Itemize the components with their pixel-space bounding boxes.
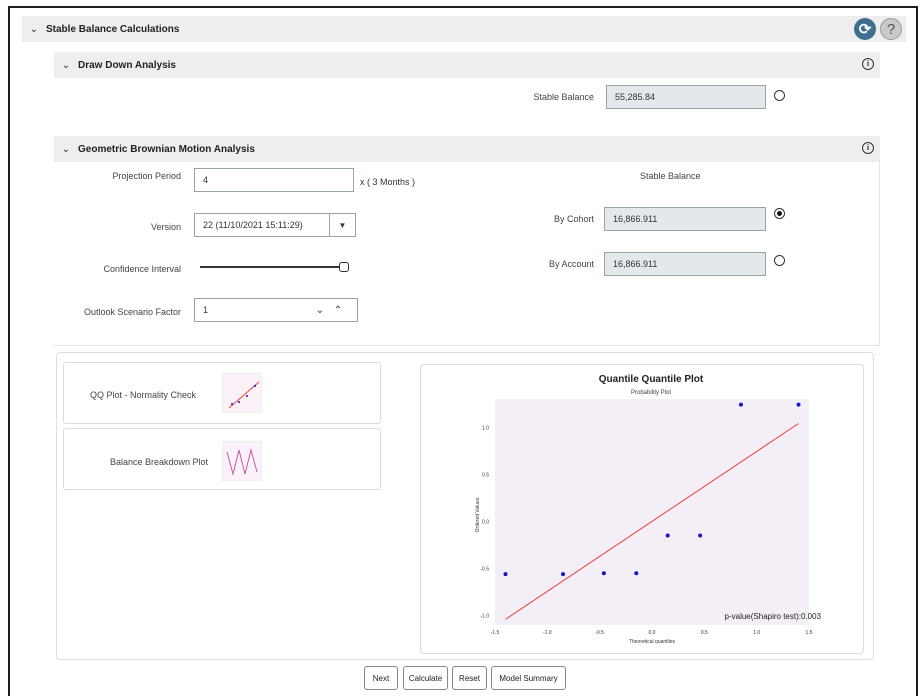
- data-point: [796, 402, 801, 407]
- x-tick-label: -1.5: [491, 630, 500, 636]
- y-tick-label: 0.5: [482, 472, 489, 478]
- y-tick-label: -0.5: [480, 567, 489, 573]
- stable-balance-heading: Stable Balance: [640, 171, 701, 181]
- y-tick-label: 1.0: [482, 425, 489, 431]
- stable-balance-label: Stable Balance: [533, 92, 594, 102]
- x-tick-label: 1.5: [806, 630, 813, 636]
- p-value-annotation: p-value(Shapiro test):0.003: [725, 612, 822, 621]
- info-icon[interactable]: i: [862, 142, 874, 154]
- projection-period-input[interactable]: 4: [194, 168, 354, 192]
- balance-breakdown-card[interactable]: Balance Breakdown Plot: [63, 428, 381, 490]
- y-axis-label: Ordered Values: [475, 497, 481, 532]
- version-label: Version: [150, 222, 181, 232]
- section-header-gbm[interactable]: ⌄ Geometric Brownian Motion Analysis i: [54, 136, 880, 162]
- y-tick-label: 0.0: [482, 519, 489, 525]
- by-cohort-radio[interactable]: [774, 208, 785, 219]
- refresh-icon[interactable]: ⟳: [854, 18, 876, 40]
- model-summary-button[interactable]: Model Summary: [491, 666, 566, 690]
- chart-subtitle: Probability Plot: [631, 390, 671, 396]
- y-tick-label: -1.0: [480, 614, 489, 620]
- caret-down-icon[interactable]: ▼: [329, 214, 355, 236]
- data-point: [698, 533, 703, 538]
- outlook-scenario-label: Outlook Scenario Factor: [83, 307, 181, 317]
- outlook-value: 1: [203, 305, 209, 315]
- chart-title: Quantile Quantile Plot: [599, 374, 704, 385]
- stable-balance-field[interactable]: 55,285.84: [606, 85, 766, 109]
- next-button[interactable]: Next: [364, 666, 398, 690]
- qq-chart-card: Quantile Quantile Plot Probability Plot …: [420, 364, 864, 654]
- section-title: Stable Balance Calculations: [46, 23, 180, 35]
- projection-period-label: Projection Period: [112, 171, 181, 181]
- chevron-down-icon[interactable]: ⌄: [311, 305, 329, 316]
- section-title: Draw Down Analysis: [78, 59, 176, 71]
- help-icon[interactable]: ?: [880, 18, 902, 40]
- by-account-radio[interactable]: [774, 255, 785, 266]
- qq-plot-card[interactable]: QQ Plot - Normality Check: [63, 362, 381, 424]
- chevron-down-icon[interactable]: ⌄: [54, 60, 78, 71]
- data-point: [601, 571, 606, 576]
- version-select[interactable]: 22 (11/10/2021 15:11:29) ▼: [194, 213, 356, 237]
- outlook-scenario-select[interactable]: 1 ⌄ ⌃: [194, 298, 358, 322]
- by-cohort-field[interactable]: 16,866.911: [604, 207, 766, 231]
- stable-balance-radio[interactable]: [774, 90, 785, 101]
- x-axis-label: Theoretical quantiles: [629, 639, 676, 645]
- data-point: [665, 533, 670, 538]
- x-tick-label: -1.0: [543, 630, 552, 636]
- version-value: 22 (11/10/2021 15:11:29): [203, 220, 303, 230]
- chevron-down-icon[interactable]: ⌄: [22, 24, 46, 35]
- data-point: [738, 402, 743, 407]
- x-tick-label: 1.0: [753, 630, 760, 636]
- qq-plot-thumbnail: [222, 373, 262, 413]
- data-point: [503, 572, 508, 577]
- info-icon[interactable]: i: [862, 58, 874, 70]
- confidence-slider-thumb[interactable]: [339, 262, 349, 272]
- x-tick-label: 0.5: [701, 630, 708, 636]
- data-point: [561, 572, 566, 577]
- section-header-draw-down[interactable]: ⌄ Draw Down Analysis i: [54, 52, 880, 78]
- chevron-down-icon[interactable]: ⌄: [54, 144, 78, 155]
- chevron-up-icon[interactable]: ⌃: [329, 305, 347, 316]
- confidence-interval-label: Confidence Interval: [103, 264, 181, 274]
- projection-unit: x ( 3 Months ): [360, 177, 416, 187]
- qq-chart: Quantile Quantile Plot Probability Plot …: [475, 374, 822, 645]
- x-tick-label: 0.0: [649, 630, 656, 636]
- reset-button[interactable]: Reset: [452, 666, 487, 690]
- by-account-field[interactable]: 16,866.911: [604, 252, 766, 276]
- balance-breakdown-label: Balance Breakdown Plot: [110, 457, 209, 467]
- section-title: Geometric Brownian Motion Analysis: [78, 143, 255, 155]
- section-header-stable-balance[interactable]: ⌄ Stable Balance Calculations ⟳ ?: [22, 16, 906, 42]
- confidence-slider-track[interactable]: [200, 266, 344, 268]
- by-cohort-label: By Cohort: [553, 214, 594, 224]
- balance-breakdown-thumbnail: [222, 441, 262, 481]
- data-point: [634, 571, 639, 576]
- x-tick-label: -0.5: [595, 630, 604, 636]
- qq-plot-label: QQ Plot - Normality Check: [90, 390, 197, 400]
- calculate-button[interactable]: Calculate: [403, 666, 448, 690]
- by-account-label: By Account: [548, 259, 594, 269]
- plot-area: [495, 399, 809, 625]
